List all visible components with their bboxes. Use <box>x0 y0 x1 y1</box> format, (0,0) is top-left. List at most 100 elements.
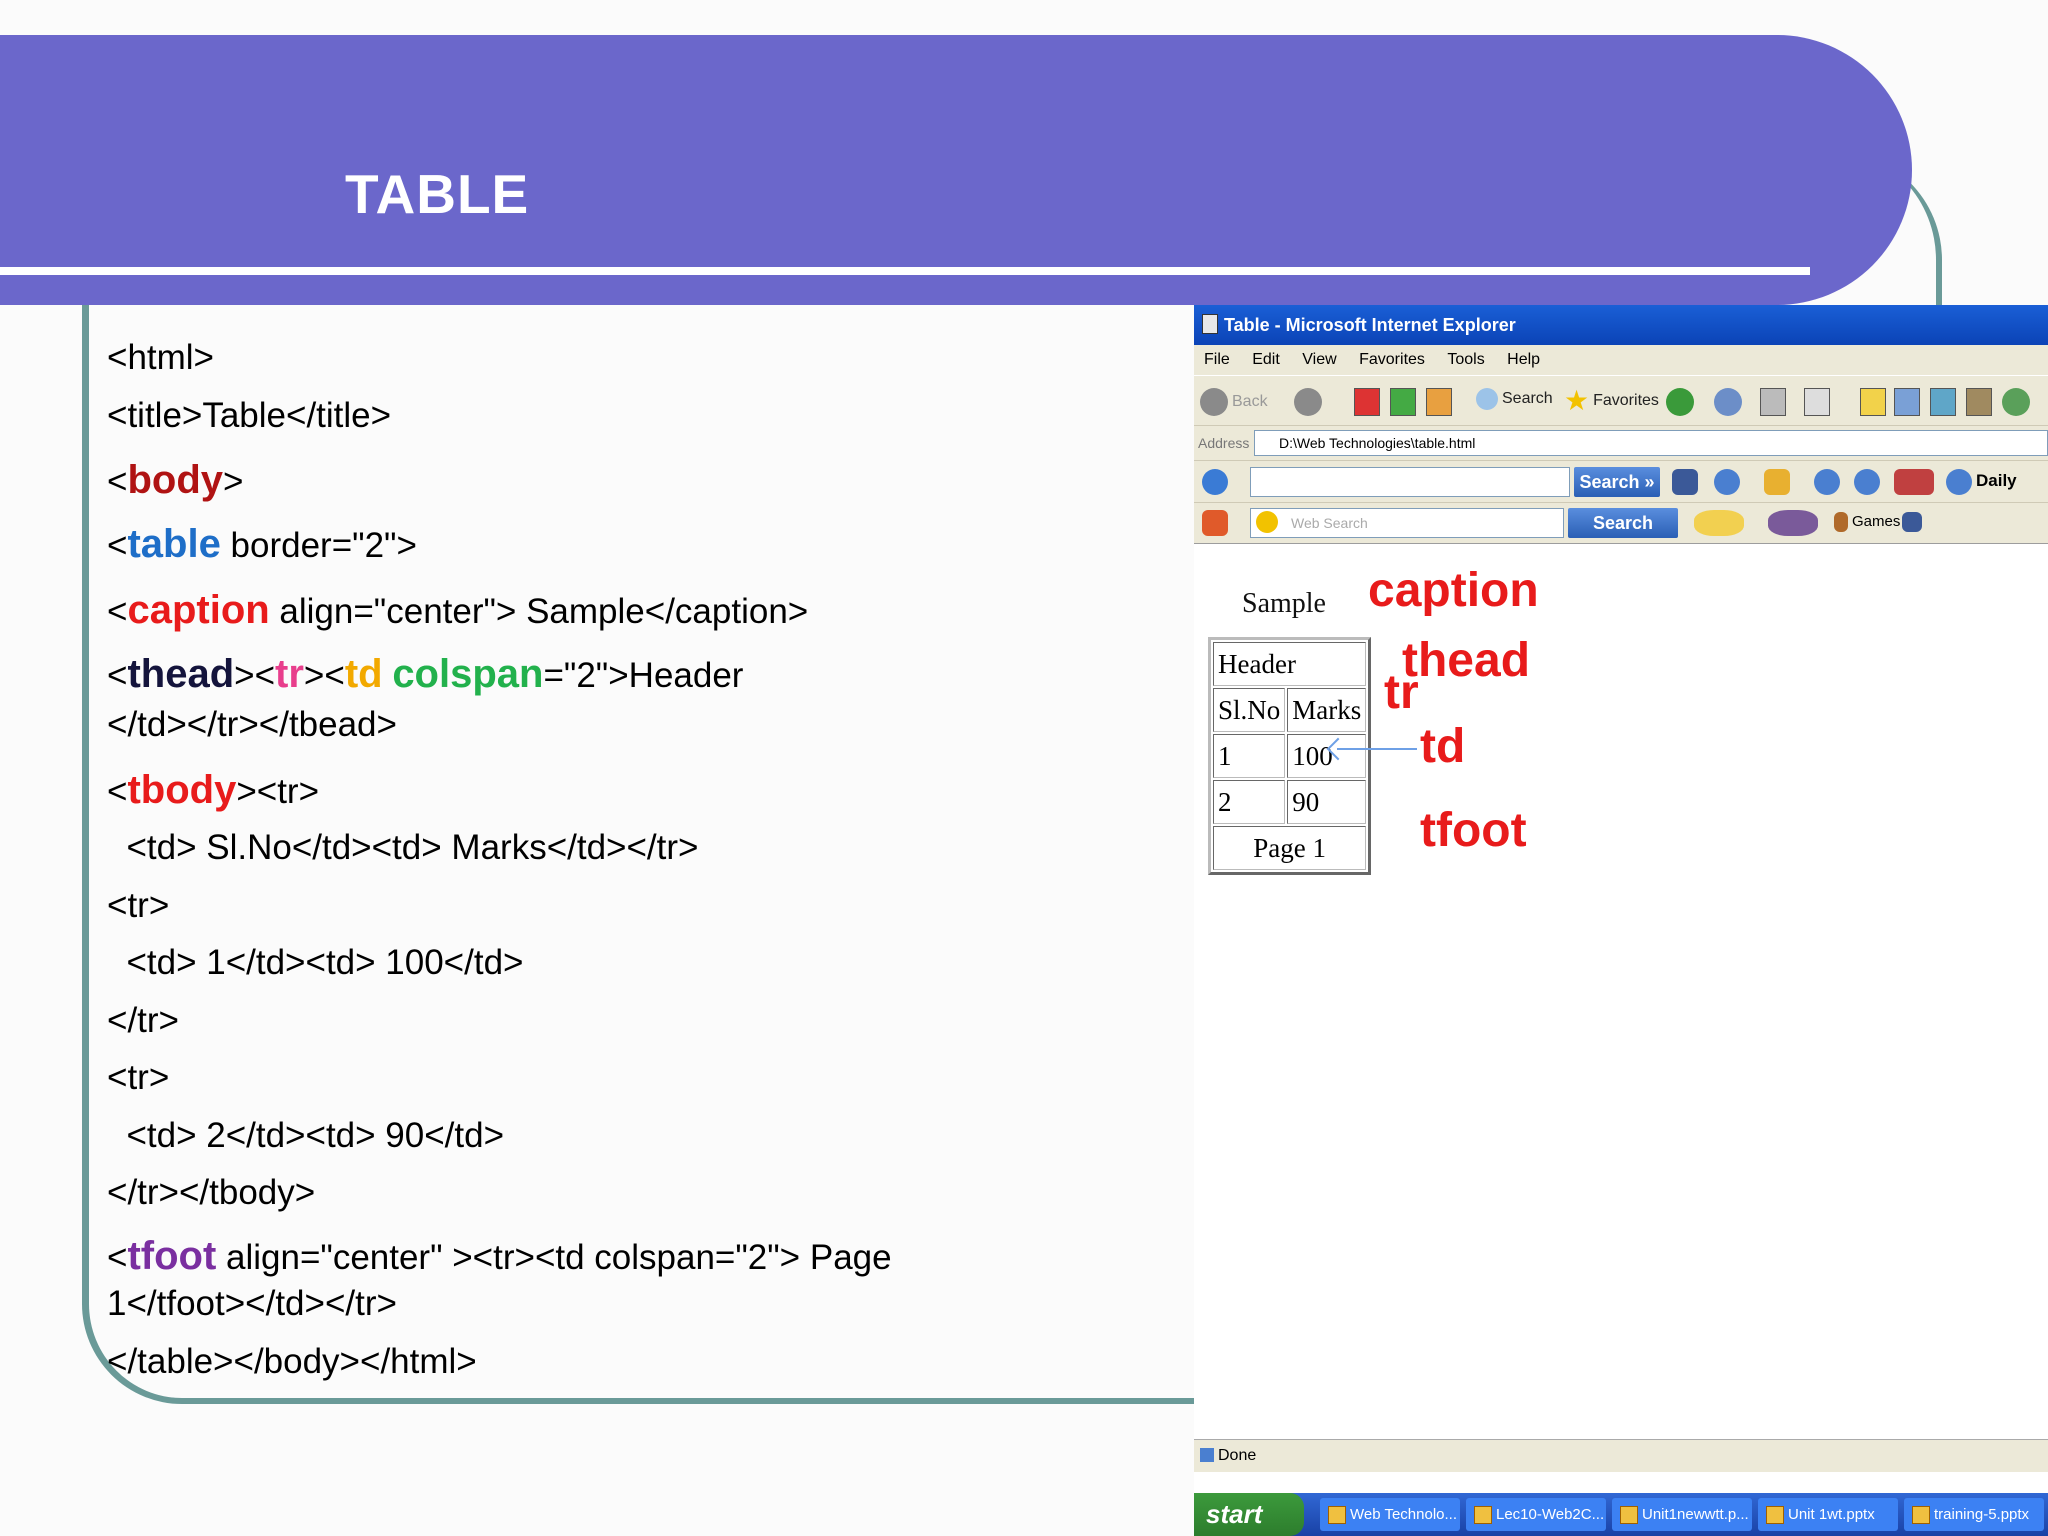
menu-help[interactable]: Help <box>1507 351 1540 368</box>
table-row: Page 1 <box>1213 826 1367 870</box>
eyes-icon[interactable] <box>1768 510 1818 536</box>
back-icon <box>1200 388 1228 416</box>
code-line: <table border="2"> <box>107 524 417 566</box>
home-icon <box>1426 388 1452 416</box>
toolbar-search-button[interactable]: Search » <box>1574 467 1660 497</box>
mail-icon <box>1714 388 1742 416</box>
code-text: < <box>107 592 128 631</box>
stop-button[interactable] <box>1354 388 1380 416</box>
toolbar-search-input[interactable] <box>1250 467 1570 497</box>
messenger-icon <box>1930 388 1956 416</box>
address-label: Address <box>1198 435 1250 451</box>
daily-icon[interactable] <box>1946 469 1972 495</box>
taskbar-item[interactable]: Web Technolo... <box>1320 1498 1460 1531</box>
menu-favorites[interactable]: Favorites <box>1359 351 1425 368</box>
code-text: >< <box>234 656 276 695</box>
games-label[interactable]: Games <box>1852 513 1900 530</box>
code-line: <tbody><tr> <box>107 770 319 812</box>
web-search-toolbar: Web Search Search Games <box>1194 502 2048 545</box>
code-line: <td> 2</td><td> 90</td> <box>107 1116 505 1155</box>
favorites-button[interactable]: ★ Favorites <box>1564 387 1659 415</box>
code-text: ="2">Header <box>543 656 744 695</box>
edit-icon <box>1804 388 1830 416</box>
tfoot-annotation: tfoot <box>1420 804 1527 857</box>
td-annotation: td <box>1420 720 1466 773</box>
header-cell: Header <box>1213 642 1367 686</box>
facebook-icon[interactable] <box>1902 512 1922 532</box>
code-keyword: body <box>127 458 223 502</box>
ie-status-icon <box>1200 1448 1214 1462</box>
table-row: 2 90 <box>1213 780 1367 824</box>
lock-icon[interactable] <box>1764 469 1790 495</box>
start-button[interactable]: start <box>1194 1493 1304 1536</box>
code-text: > <box>223 462 244 501</box>
code-line: </tr></tbody> <box>107 1173 316 1212</box>
refresh-button[interactable] <box>1390 388 1416 416</box>
toolbar-app-icon[interactable] <box>1202 510 1228 536</box>
search-toolbar: Search » Daily <box>1194 460 2048 503</box>
address-input[interactable]: D:\Web Technologies\table.html <box>1254 430 2048 456</box>
print-icon <box>1760 388 1786 416</box>
code-keyword: tfoot <box>127 1234 217 1278</box>
menu-tools[interactable]: Tools <box>1447 351 1484 368</box>
browser-menu-bar: File Edit View Favorites Tools Help <box>1194 345 2048 375</box>
messenger-button[interactable] <box>1930 388 1956 416</box>
browser-title-bar: Table - Microsoft Internet Explorer <box>1194 305 2048 345</box>
forward-button[interactable] <box>1294 388 1322 416</box>
code-line: <title>Table</title> <box>107 396 392 435</box>
taskbar-item[interactable]: Unit1newwtt.p... <box>1612 1498 1752 1531</box>
taskbar: start Web Technolo... Lec10-Web2C... Uni… <box>1194 1493 2048 1536</box>
code-keyword: caption <box>127 588 270 632</box>
code-text: >< <box>303 656 345 695</box>
menu-file[interactable]: File <box>1204 351 1230 368</box>
weather-icon[interactable] <box>1814 469 1840 495</box>
code-line: </tr> <box>107 1001 179 1040</box>
info-icon[interactable] <box>1714 469 1740 495</box>
table-row: Header <box>1213 642 1367 686</box>
menu-view[interactable]: View <box>1302 351 1336 368</box>
table-caption: Sample <box>1242 588 1326 619</box>
refresh-icon <box>1390 388 1416 416</box>
code-text: < <box>107 656 128 695</box>
print-button[interactable] <box>1760 388 1786 416</box>
thead-annotation: thead <box>1402 634 1531 687</box>
folder-button[interactable] <box>1860 388 1886 416</box>
code-keyword: colspan <box>392 652 544 696</box>
taskbar-item[interactable]: training-5.pptx <box>1904 1498 2044 1531</box>
history-button[interactable] <box>1666 388 1694 416</box>
code-keyword: table <box>127 522 221 566</box>
taskbar-item[interactable]: Lec10-Web2C... <box>1466 1498 1606 1531</box>
title-underline <box>0 267 1810 275</box>
code-line: <body> <box>107 460 243 502</box>
back-button[interactable]: Back <box>1200 388 1268 416</box>
code-line: <html> <box>107 338 214 377</box>
facebook-icon[interactable] <box>1672 469 1698 495</box>
table-cell: Marks <box>1287 688 1367 732</box>
youtube-icon[interactable] <box>1894 469 1934 495</box>
menu-edit[interactable]: Edit <box>1252 351 1280 368</box>
code-keyword: thead <box>127 652 235 696</box>
home-button[interactable] <box>1426 388 1452 416</box>
research-icon <box>1894 388 1920 416</box>
taskbar-item[interactable]: Unit 1wt.pptx <box>1758 1498 1898 1531</box>
table-cell: Sl.No <box>1213 688 1286 732</box>
edit-button[interactable] <box>1804 388 1830 416</box>
code-line: <caption align="center"> Sample</caption… <box>107 590 808 632</box>
web-search-input[interactable]: Web Search <box>1250 508 1564 538</box>
smiley-icon[interactable] <box>1694 510 1744 536</box>
code-line: <tr> <box>107 886 170 925</box>
code-text: align="center"> Sample</caption> <box>269 592 809 631</box>
mail-button[interactable] <box>1714 388 1742 416</box>
search-button[interactable]: Search <box>1476 388 1553 410</box>
chat-icon[interactable] <box>1854 469 1880 495</box>
research-button[interactable] <box>1894 388 1920 416</box>
web-search-button[interactable]: Search <box>1568 508 1678 538</box>
code-keyword: tbody <box>127 768 237 812</box>
search-icon <box>1476 388 1498 410</box>
code-text: align="center" ><tr><td colspan="2"> Pag… <box>216 1238 892 1277</box>
tools-button[interactable] <box>1966 388 1992 416</box>
people-button[interactable] <box>2002 388 2030 416</box>
daily-label[interactable]: Daily <box>1976 471 2017 491</box>
table-cell: 2 <box>1213 780 1286 824</box>
